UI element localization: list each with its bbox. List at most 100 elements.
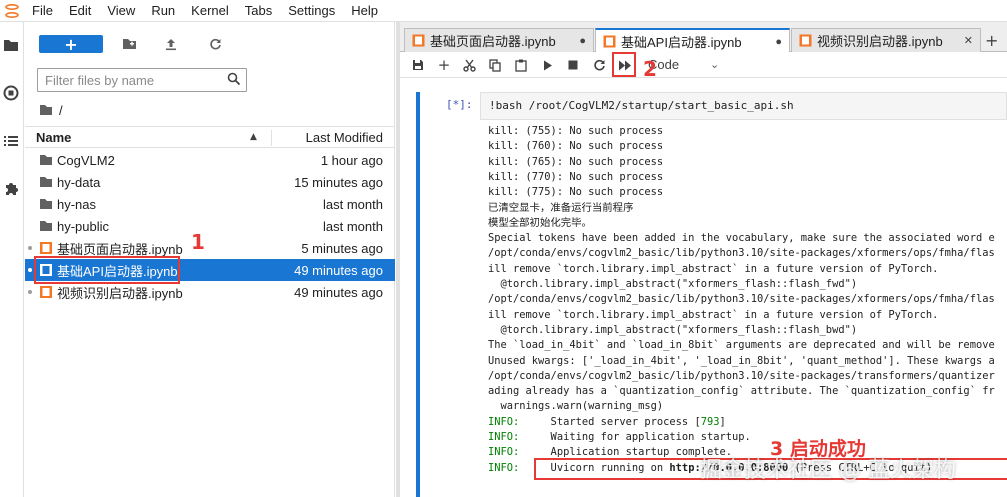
- log-level: INFO:: [488, 415, 520, 428]
- menu-tabs[interactable]: Tabs: [237, 0, 280, 22]
- file-name: CogVLM2: [57, 152, 115, 168]
- chevron-down-icon[interactable]: ⌄: [710, 58, 719, 71]
- folder-icon[interactable]: [0, 34, 22, 56]
- cut-icon[interactable]: [461, 57, 477, 73]
- close-icon[interactable]: ✕: [964, 34, 973, 47]
- stop-icon[interactable]: [565, 57, 581, 73]
- file-row[interactable]: hy-public last month: [25, 215, 395, 237]
- code-cell-input[interactable]: !bash /root/CogVLM2/startup/start_basic_…: [480, 92, 1007, 120]
- tab-basic-page-launcher[interactable]: 基础页面启动器.ipynb ●: [404, 28, 594, 52]
- breadcrumb[interactable]: /: [39, 102, 63, 118]
- extension-puzzle-icon[interactable]: [0, 178, 22, 200]
- output-line: /opt/conda/envs/cogvlm2_basic/lib/python…: [488, 293, 995, 306]
- tab-label: 基础API启动器.ipynb: [621, 35, 742, 50]
- watermark: 掘金技术社区 @ 蓝火架构: [700, 458, 956, 483]
- upload-icon[interactable]: [163, 36, 179, 52]
- paste-icon[interactable]: [513, 57, 529, 73]
- file-row[interactable]: hy-data 15 minutes ago: [25, 171, 395, 193]
- output-line: The `load_in_4bit` and `load_in_8bit` ar…: [488, 339, 995, 352]
- log-text: Started server process [: [519, 415, 701, 428]
- insert-cell-icon[interactable]: +: [436, 56, 452, 74]
- log-level: INFO:: [488, 461, 520, 474]
- filter-files-input[interactable]: [37, 68, 247, 92]
- file-row[interactable]: 基础页面启动器.ipynb 5 minutes ago: [25, 237, 395, 259]
- menu-file[interactable]: File: [24, 0, 61, 22]
- file-modified: last month: [323, 196, 383, 212]
- tab-basic-api-launcher[interactable]: 基础API启动器.ipynb ●: [595, 28, 790, 53]
- output-line: /opt/conda/envs/cogvlm2_basic/lib/python…: [488, 369, 995, 382]
- output-line: warnings.warn(warning_msg): [488, 400, 664, 413]
- file-row-selected[interactable]: 基础API启动器.ipynb 49 minutes ago: [25, 259, 395, 281]
- output-line: ill remove `torch.library.impl_abstract`…: [488, 262, 939, 275]
- menu-kernel[interactable]: Kernel: [183, 0, 237, 22]
- output-line: 模型全部初始化完毕。: [488, 216, 592, 229]
- column-divider[interactable]: [271, 130, 272, 146]
- copy-icon[interactable]: [487, 57, 503, 73]
- sort-caret-icon: ▲: [250, 132, 257, 142]
- file-name: 基础页面启动器.ipynb: [57, 241, 183, 257]
- file-row[interactable]: hy-nas last month: [25, 193, 395, 215]
- unsaved-dot-icon[interactable]: ●: [579, 35, 586, 47]
- jupyter-logo-icon: [0, 0, 24, 22]
- process-id: 793: [700, 415, 720, 428]
- output-line: ading already has a `quantization_config…: [488, 385, 995, 398]
- notebook-icon: [603, 35, 616, 48]
- unsaved-dot-icon[interactable]: ●: [775, 36, 782, 48]
- column-last-modified[interactable]: Last Modified: [306, 130, 383, 145]
- new-launcher-button[interactable]: +: [39, 35, 103, 54]
- run-cell-icon[interactable]: [540, 57, 556, 73]
- breadcrumb-root[interactable]: /: [59, 103, 63, 118]
- notebook-icon: [412, 34, 425, 47]
- table-of-contents-icon[interactable]: [0, 130, 22, 152]
- folder-icon: [40, 177, 52, 187]
- output-line: /opt/conda/envs/cogvlm2_basic/lib/python…: [488, 247, 995, 260]
- search-icon: [227, 72, 241, 86]
- menu-edit[interactable]: Edit: [61, 0, 99, 22]
- output-line-info: INFO: Application startup complete.: [488, 445, 732, 460]
- restart-run-all-icon[interactable]: [617, 57, 633, 73]
- output-line-info: INFO: Waiting for application startup.: [488, 430, 751, 445]
- file-name: 基础API启动器.ipynb: [57, 263, 178, 279]
- file-modified: 1 hour ago: [320, 152, 383, 168]
- notebook-panel: [*]: !bash /root/CogVLM2/startup/start_b…: [400, 78, 1007, 497]
- tab-video-recognition-launcher[interactable]: 视频识别启动器.ipynb ✕: [791, 28, 981, 52]
- file-browser-toolbar: +: [25, 28, 395, 58]
- notebook-icon: [40, 264, 52, 276]
- output-line: Unused kwargs: ['_load_in_4bit', '_load_…: [488, 354, 995, 367]
- file-modified: 49 minutes ago: [294, 284, 383, 300]
- running-indicator: [28, 268, 32, 272]
- log-tail: ]: [719, 415, 726, 428]
- file-row[interactable]: 视频识别启动器.ipynb 49 minutes ago: [25, 281, 395, 303]
- running-indicator: [28, 246, 32, 250]
- log-level: INFO:: [488, 446, 520, 459]
- notebook-toolbar: + Code ⌄ 2: [400, 52, 1007, 81]
- file-name: hy-data: [57, 174, 101, 190]
- folder-icon: [40, 199, 52, 209]
- cell-output: kill: (755): No such process kill: (760)…: [488, 124, 1007, 497]
- restart-kernel-icon[interactable]: [591, 57, 607, 73]
- running-kernels-icon[interactable]: [0, 82, 22, 104]
- tab-label: 基础页面启动器.ipynb: [430, 34, 556, 49]
- log-level: INFO:: [488, 431, 520, 443]
- file-browser: + / Name ▲ Last Modified CogVLM2 1 hour …: [25, 22, 395, 497]
- menu-view[interactable]: View: [99, 0, 143, 22]
- new-folder-icon[interactable]: [121, 36, 137, 52]
- output-line: @torch.library.impl_abstract("xformers_f…: [488, 278, 858, 290]
- menu-settings[interactable]: Settings: [280, 0, 343, 22]
- menu-bar: File Edit View Run Kernel Tabs Settings …: [0, 0, 1007, 22]
- menu-help[interactable]: Help: [343, 0, 386, 22]
- activity-bar: [0, 22, 24, 497]
- output-line: 已清空显卡，准备运行当前程序: [488, 201, 634, 214]
- menu-run[interactable]: Run: [143, 0, 183, 22]
- notebook-icon: [40, 286, 52, 298]
- refresh-icon[interactable]: [207, 36, 223, 52]
- tab-bar: 基础页面启动器.ipynb ● 基础API启动器.ipynb ● 视频识别启动器…: [400, 22, 1007, 53]
- tab-label: 视频识别启动器.ipynb: [817, 34, 943, 49]
- save-icon[interactable]: [410, 57, 426, 73]
- file-modified: 15 minutes ago: [294, 174, 383, 190]
- add-tab-button[interactable]: +: [985, 31, 998, 50]
- file-row[interactable]: CogVLM2 1 hour ago: [25, 149, 395, 171]
- notebook-icon: [40, 242, 52, 254]
- output-line: Special tokens have been added in the vo…: [488, 232, 995, 245]
- column-name[interactable]: Name: [36, 130, 71, 145]
